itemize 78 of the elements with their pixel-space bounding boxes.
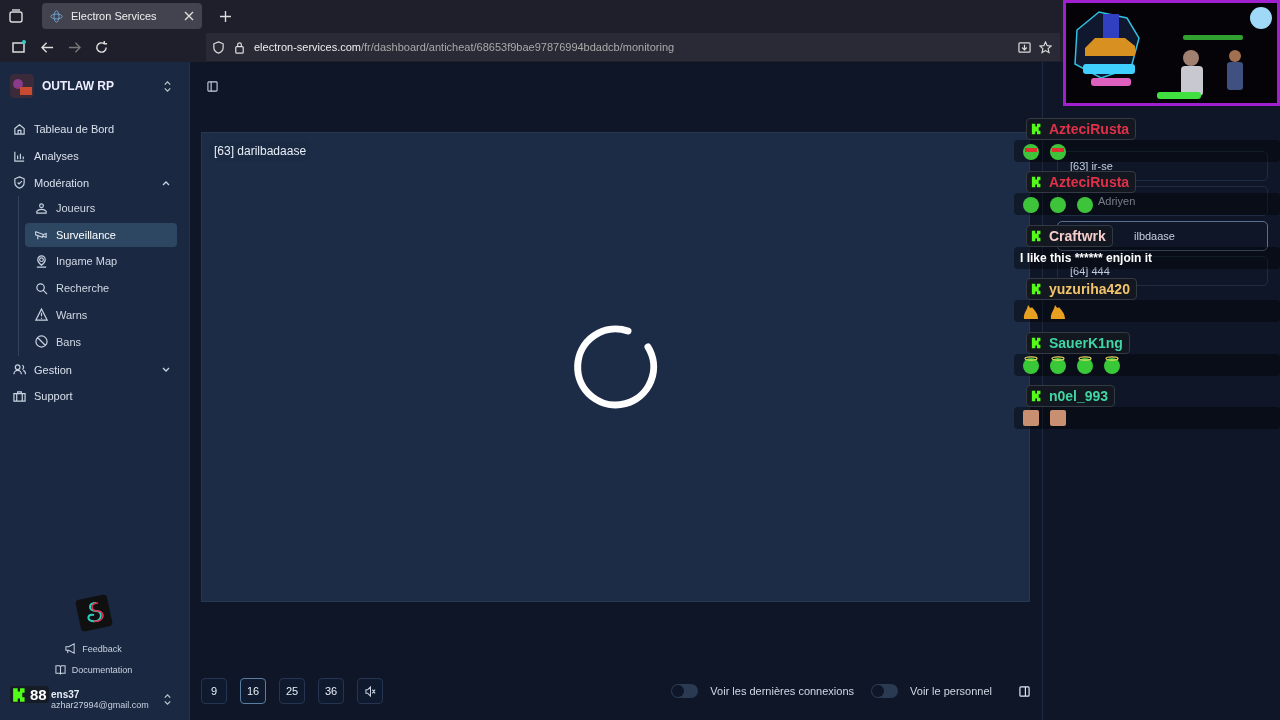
lock-icon: [233, 40, 246, 54]
nav-item[interactable]: Gestion: [10, 356, 177, 383]
tab-title: Electron Services: [71, 10, 158, 22]
chat-message: I like this ****** enjoin it: [1020, 250, 1153, 265]
chart-icon: [13, 149, 26, 163]
grid-size-button[interactable]: 16: [240, 678, 266, 704]
box-icon: [13, 389, 26, 403]
megaphone-icon: [65, 643, 77, 654]
ban-icon: [35, 335, 48, 348]
nav-subitem[interactable]: Recherche: [25, 276, 177, 301]
chat-username-tag: n0el_993: [1026, 384, 1116, 407]
nav-subitem[interactable]: Warns: [25, 302, 177, 327]
chat-username-tag: Craftwrk: [1026, 224, 1113, 247]
kick-logo-icon: [1031, 176, 1043, 189]
new-tab-icon[interactable]: [220, 10, 231, 22]
kick-logo-icon: [1031, 229, 1043, 242]
face-photo-icon: [1049, 408, 1067, 427]
cctv-icon: [35, 228, 48, 242]
nav-subitem[interactable]: Bans: [25, 329, 177, 354]
user-icon: [35, 201, 48, 215]
grid-size-button[interactable]: 9: [201, 678, 227, 704]
save-page-icon[interactable]: [1018, 40, 1031, 54]
toggle-switch[interactable]: [871, 684, 899, 698]
url-text: electron-services.com/fr/dashboard/anticheat/68653f9bae97876994bdadcb/monitoring: [254, 41, 675, 53]
warn-icon: [35, 308, 48, 322]
grid-size-button[interactable]: 36: [318, 678, 344, 704]
toggle-switch[interactable]: [671, 684, 699, 698]
map-icon: [35, 254, 48, 268]
users-icon: [13, 363, 26, 377]
player-name[interactable]: [64] 444: [1070, 265, 1110, 277]
chevrons-icon: [162, 80, 173, 92]
shield-icon: [212, 40, 225, 54]
forward-icon[interactable]: [68, 40, 81, 54]
book-icon: [54, 664, 66, 675]
kick-logo-icon: [1031, 336, 1043, 349]
mute-icon: [364, 685, 376, 697]
search-icon: [35, 281, 48, 295]
kick-logo-icon: [1031, 389, 1043, 402]
chat-username-tag: AzteciRusta: [1026, 118, 1137, 140]
nav-subitem[interactable]: Surveillance: [25, 222, 177, 247]
video-title: [63] darilbadaase: [210, 141, 311, 161]
toggle-label: Voir le personnel: [910, 685, 992, 697]
nav-subitem[interactable]: Ingame Map: [25, 249, 177, 274]
user-menu[interactable]: ens37 azhar27994@gmail.com: [51, 689, 177, 710]
kick-logo-icon: [1031, 123, 1043, 135]
face-photo-icon: [1022, 408, 1040, 427]
mute-button[interactable]: [357, 678, 383, 704]
star-icon[interactable]: [1039, 40, 1052, 54]
home-icon: [13, 122, 26, 136]
chat-username-tag: SauerK1ng: [1026, 331, 1130, 354]
footer-link[interactable]: Feedback: [65, 643, 122, 654]
tabs-icon[interactable]: [8, 8, 24, 24]
panel-toggle-icon[interactable]: [1019, 685, 1030, 697]
chat-username-tag: yuzuriha420: [1026, 278, 1137, 301]
kick-logo-icon: [1031, 283, 1043, 296]
nav-item[interactable]: Tableau de Bord: [10, 116, 177, 143]
nav-item[interactable]: Support: [10, 382, 177, 410]
back-icon[interactable]: [41, 40, 54, 54]
sidebar-toggle-icon[interactable]: [207, 80, 218, 92]
sidebar-icon[interactable]: [11, 39, 27, 55]
chevrons-icon: [162, 694, 173, 705]
address-bar[interactable]: electron-services.com/fr/dashboard/anticheat/68653f9bae97876994bdadcb/monitoring: [206, 33, 1060, 61]
viewer-count-badge: 88: [10, 686, 49, 703]
close-icon[interactable]: [184, 11, 194, 21]
grid-size-button[interactable]: 25: [279, 678, 305, 704]
browser-tab[interactable]: Electron Services: [42, 3, 202, 29]
nav-subitem[interactable]: Joueurs: [25, 196, 177, 221]
nav-item[interactable]: Modération: [10, 169, 177, 197]
toggle-label: Voir les dernières connexions: [710, 685, 855, 697]
org-switcher[interactable]: OUTLAW RP: [10, 74, 177, 98]
player-name[interactable]: Adriyen: [1098, 195, 1136, 207]
player-name[interactable]: ilbdaase: [1134, 230, 1175, 242]
chat-username-tag: AzteciRusta: [1026, 171, 1137, 194]
kick-logo-icon: [12, 686, 28, 703]
footer-link[interactable]: Documentation: [54, 664, 133, 675]
reload-icon[interactable]: [95, 40, 108, 54]
shield-icon: [13, 176, 26, 190]
nav-item[interactable]: Analyses: [10, 142, 177, 170]
